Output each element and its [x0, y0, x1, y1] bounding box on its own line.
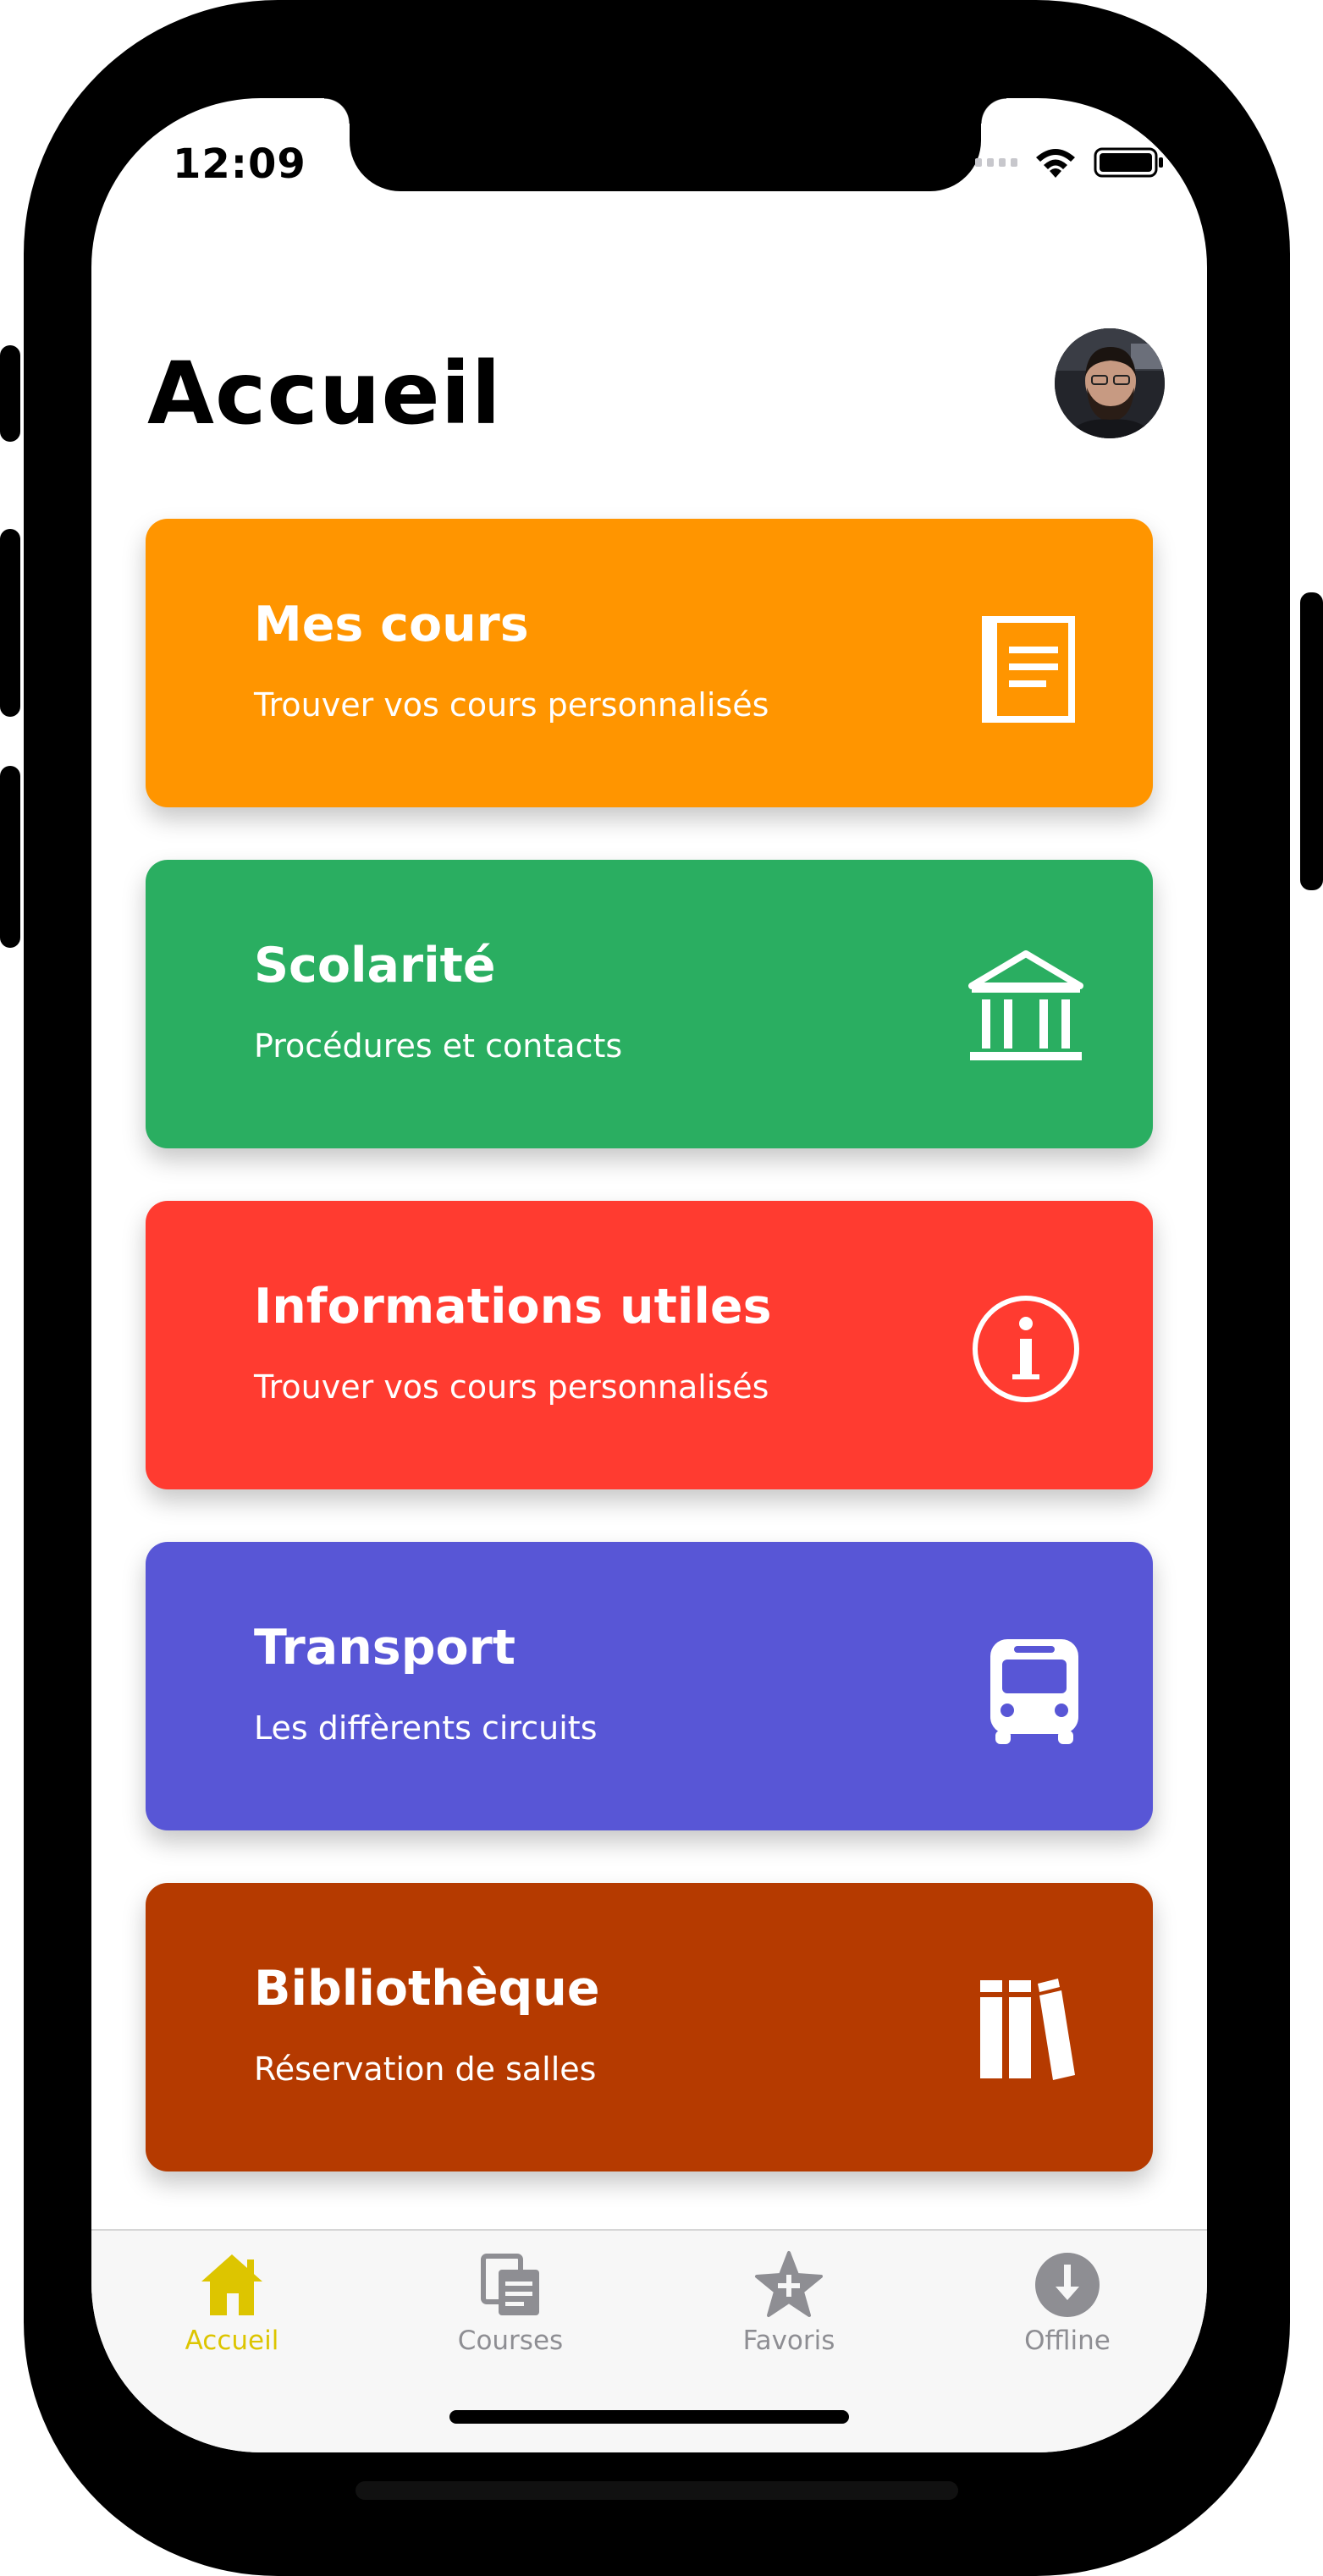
- home-indicator[interactable]: [449, 2410, 849, 2424]
- tab-label: Accueil: [185, 2326, 279, 2356]
- tab-favoris[interactable]: Favoris: [704, 2249, 874, 2356]
- bus-icon: [967, 1631, 1085, 1749]
- library-icon: [967, 1972, 1085, 2090]
- status-indicators: [975, 146, 1165, 179]
- signal-icon: [975, 158, 1017, 167]
- status-time: 12:09: [173, 140, 306, 188]
- info-icon: [967, 1290, 1085, 1408]
- card-subtitle: Réservation de salles: [254, 2050, 597, 2088]
- volume-up-button: [0, 529, 20, 717]
- card-title: Mes cours: [254, 597, 529, 652]
- avatar[interactable]: [1055, 328, 1165, 438]
- card-transport[interactable]: Transport Les diffèrents circuits: [146, 1542, 1153, 1830]
- card-subtitle: Trouver vos cours personnalisés: [254, 1368, 769, 1406]
- volume-down-button: [0, 766, 20, 948]
- tab-label: Courses: [457, 2326, 564, 2356]
- book-icon: [967, 608, 1085, 726]
- tab-label: Favoris: [742, 2326, 835, 2356]
- building-icon: [967, 949, 1085, 1067]
- tab-courses[interactable]: Courses: [426, 2249, 595, 2356]
- wifi-icon: [1033, 146, 1078, 179]
- power-button: [1300, 592, 1323, 890]
- card-title: Informations utiles: [254, 1279, 772, 1335]
- download-icon: [1035, 2253, 1100, 2317]
- silent-switch: [0, 345, 20, 442]
- home-icon: [201, 2254, 262, 2315]
- card-informations-utiles[interactable]: Informations utiles Trouver vos cours pe…: [146, 1201, 1153, 1489]
- tab-accueil[interactable]: Accueil: [147, 2249, 317, 2356]
- card-title: Scolarité: [254, 938, 496, 994]
- card-subtitle: Les diffèrents circuits: [254, 1709, 598, 1747]
- card-subtitle: Procédures et contacts: [254, 1027, 623, 1065]
- tab-label: Offline: [1024, 2326, 1111, 2356]
- battery-icon: [1094, 146, 1165, 179]
- courses-icon: [481, 2254, 539, 2315]
- favorite-star-icon: [755, 2251, 823, 2317]
- card-mes-cours[interactable]: Mes cours Trouver vos cours personnalisé…: [146, 519, 1153, 807]
- notch: [324, 98, 1006, 191]
- tab-offline[interactable]: Offline: [983, 2249, 1152, 2356]
- bottom-bezel-detail: [356, 2481, 958, 2500]
- card-scolarite[interactable]: Scolarité Procédures et contacts: [146, 860, 1153, 1148]
- card-bibliotheque[interactable]: Bibliothèque Réservation de salles: [146, 1883, 1153, 2171]
- card-subtitle: Trouver vos cours personnalisés: [254, 686, 769, 724]
- card-title: Bibliothèque: [254, 1961, 600, 2017]
- card-title: Transport: [254, 1620, 516, 1676]
- screen: 12:09 Accueil Mes cours Trouver vos cour…: [91, 98, 1207, 2452]
- page-title: Accueil: [147, 344, 502, 444]
